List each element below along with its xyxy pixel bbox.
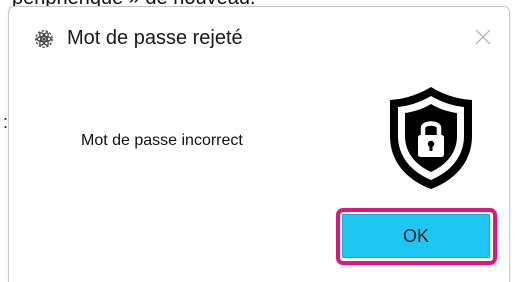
shield-lock-icon <box>390 87 472 189</box>
screenshot-page: périphérique » de nouveau. : Mot de pass… <box>0 0 515 282</box>
dialog-title: Mot de passe rejeté <box>67 27 243 49</box>
close-icon <box>475 29 491 45</box>
close-button[interactable] <box>465 21 501 53</box>
error-message: Mot de passe incorrect <box>81 132 243 149</box>
dialog-titlebar: Mot de passe rejeté <box>9 7 509 65</box>
atom-gear-icon <box>35 30 53 48</box>
ok-button[interactable]: OK <box>342 214 490 258</box>
